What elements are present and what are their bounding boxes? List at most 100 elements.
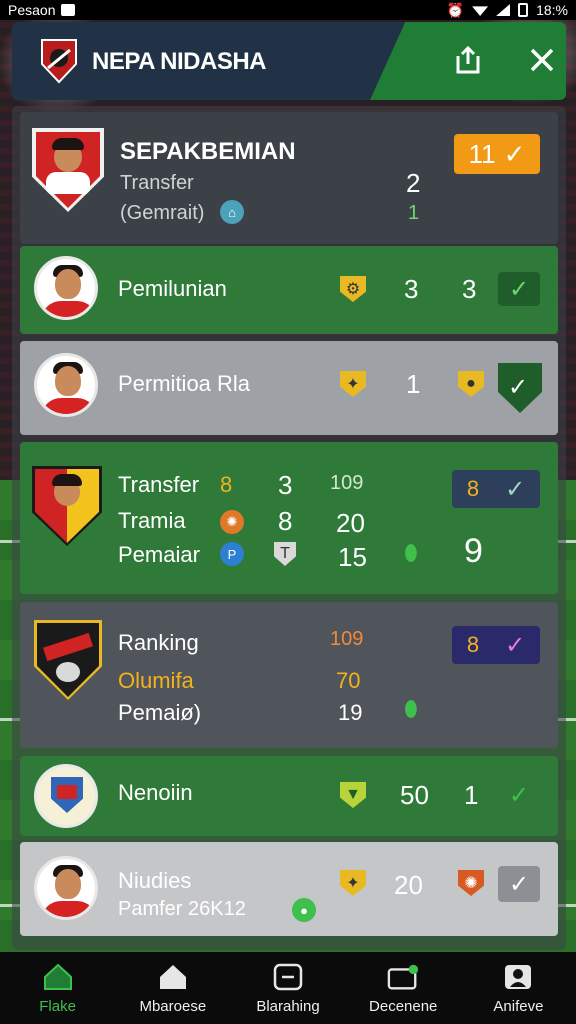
transfer-b: 3 <box>278 470 293 500</box>
pemaiar-c: 15 <box>338 542 367 572</box>
house-icon <box>157 962 189 992</box>
header-title: NEPA NIDASHA <box>92 48 267 75</box>
info-icon: ⌂ <box>220 200 244 224</box>
rank-badge-value: 8 <box>466 632 480 657</box>
club-row[interactable]: Nenoiin ▼ 50 1 ✓ <box>20 756 558 836</box>
nav-item-blarahing[interactable]: Blarahing <box>230 952 345 1024</box>
close-button[interactable] <box>522 40 562 80</box>
value-a: 2 <box>406 168 421 198</box>
olumifa-label: Olumifa <box>118 668 194 693</box>
nav-item-decenene[interactable]: Decenene <box>346 952 461 1024</box>
alarm-icon: ⏰ <box>446 1 465 18</box>
tramia-b: 8 <box>278 506 293 536</box>
club-crest-icon <box>34 764 98 828</box>
transfer-label: Transfer <box>118 472 200 497</box>
player-avatar <box>34 256 98 320</box>
verified-shield-icon[interactable]: ✓ <box>498 363 542 413</box>
home-icon <box>42 962 74 992</box>
tramia-c: 20 <box>336 508 365 538</box>
player-name: Niudies <box>118 868 192 893</box>
gemrait-label: (Gemrait) <box>120 202 205 224</box>
stat-1: 20 <box>394 870 423 900</box>
battery-icon <box>518 3 529 17</box>
player-avatar <box>34 856 98 920</box>
nav-label: Decenene <box>369 998 438 1015</box>
select-checkbox[interactable]: ✓ <box>498 866 540 902</box>
ranking-label: Ranking <box>118 630 199 655</box>
badge-icon: ✦ <box>340 371 366 397</box>
ranking-card[interactable]: Ranking 109 Olumifa 70 Pemaiø) 19 ⬮ 8 ✓ <box>20 602 558 748</box>
profile-icon <box>502 962 534 992</box>
big-value: 9 <box>464 532 483 570</box>
olumifa-value: 70 <box>336 668 361 693</box>
nav-label: Anifeve <box>493 998 544 1015</box>
club-crest-icon <box>32 128 104 212</box>
check-icon: ✓ <box>505 631 526 659</box>
close-icon <box>530 48 554 72</box>
club-name: Nenoiin <box>118 780 193 805</box>
select-checkbox[interactable]: ✓ <box>498 776 540 814</box>
player-sub: Pamfer 26K12 <box>118 898 246 920</box>
ranking-value: 109 <box>330 628 364 650</box>
stat-1: 1 <box>406 369 421 399</box>
rank-badge[interactable]: 8 ✓ <box>452 470 540 508</box>
card-title: SEPAKBEMIAN <box>120 138 296 165</box>
player-name: Pemilunian <box>118 276 227 301</box>
signal-icon <box>496 4 511 16</box>
nav-item-mbaroese[interactable]: Mbaroese <box>115 952 230 1024</box>
summary-card[interactable]: SEPAKBEMIAN Transfer (Gemrait) ⌂ 2 1 11 … <box>20 112 558 244</box>
message-icon <box>387 962 419 992</box>
stat-1: 3 <box>404 274 419 304</box>
bottom-nav: Flake Mbaroese Blarahing Decenene Anifev… <box>0 952 576 1024</box>
transfer-label: Transfer <box>120 172 194 194</box>
check-icon: ✓ <box>508 870 530 898</box>
nav-label: Blarahing <box>256 998 320 1015</box>
value-b: 1 <box>408 202 420 224</box>
stat-2: 1 <box>464 780 479 810</box>
rank-badge[interactable]: 8 ✓ <box>452 626 540 664</box>
select-checkbox[interactable]: ✓ <box>498 272 540 306</box>
small-shield-icon: ✺ <box>458 870 484 896</box>
rank-badge[interactable]: 11 ✓ <box>454 134 540 174</box>
player-row[interactable]: Niudies Pamfer 26K12 ● ✦ 20 ✺ ✓ <box>20 842 558 936</box>
check-icon: ✓ <box>503 138 526 169</box>
pemaiar-label: Pemaiar <box>118 542 200 567</box>
player-row[interactable]: Permitioa Rla ✦ 1 ● ✓ <box>20 341 558 435</box>
player-row[interactable]: Pemilunian ⚙ 3 3 ✓ <box>20 246 558 334</box>
nav-item-anifeve[interactable]: Anifeve <box>461 952 576 1024</box>
small-shield-icon: T <box>274 542 296 566</box>
badge-icon: ⚙ <box>340 276 366 302</box>
notification-icon <box>61 4 76 16</box>
share-icon <box>456 45 480 74</box>
app-header: NEPA NIDASHA <box>12 22 566 100</box>
club-logo-icon <box>41 39 77 84</box>
pemai-label: Pemaiø) <box>118 700 202 725</box>
check-icon: ✓ <box>508 275 530 303</box>
share-button[interactable] <box>448 40 488 80</box>
clock: 18:% <box>536 2 568 18</box>
wifi-icon <box>472 6 489 16</box>
nav-item-flake[interactable]: Flake <box>0 952 115 1024</box>
badge-icon: ▼ <box>340 782 366 808</box>
check-icon: ✓ <box>508 781 530 809</box>
transfer-card[interactable]: Transfer 8 3 109 Tramia ✺ 8 20 Pemaiar P… <box>20 442 558 594</box>
player-avatar <box>34 353 98 417</box>
pemai-value: 19 <box>338 700 363 725</box>
rank-badge-value: 11 <box>468 138 496 169</box>
location-pin-icon: ⬮ <box>404 696 418 721</box>
badge-icon: ✦ <box>340 870 366 896</box>
transfer-c: 109 <box>330 472 364 494</box>
gear-icon: ✺ <box>220 510 244 534</box>
carrier-label: Pesaon <box>8 2 56 18</box>
info-icon: P <box>220 542 244 566</box>
nav-label: Mbaroese <box>139 998 207 1015</box>
nav-label: Flake <box>39 998 76 1015</box>
status-icon: ● <box>292 898 316 922</box>
stat-2: 3 <box>462 274 477 304</box>
club-crest-icon <box>32 466 102 546</box>
status-bar: Pesaon ⏰ 18:% <box>0 0 576 20</box>
rank-badge-value: 8 <box>466 476 480 501</box>
chat-icon <box>272 962 304 992</box>
tramia-label: Tramia <box>118 508 186 533</box>
club-crest-icon <box>34 620 102 700</box>
